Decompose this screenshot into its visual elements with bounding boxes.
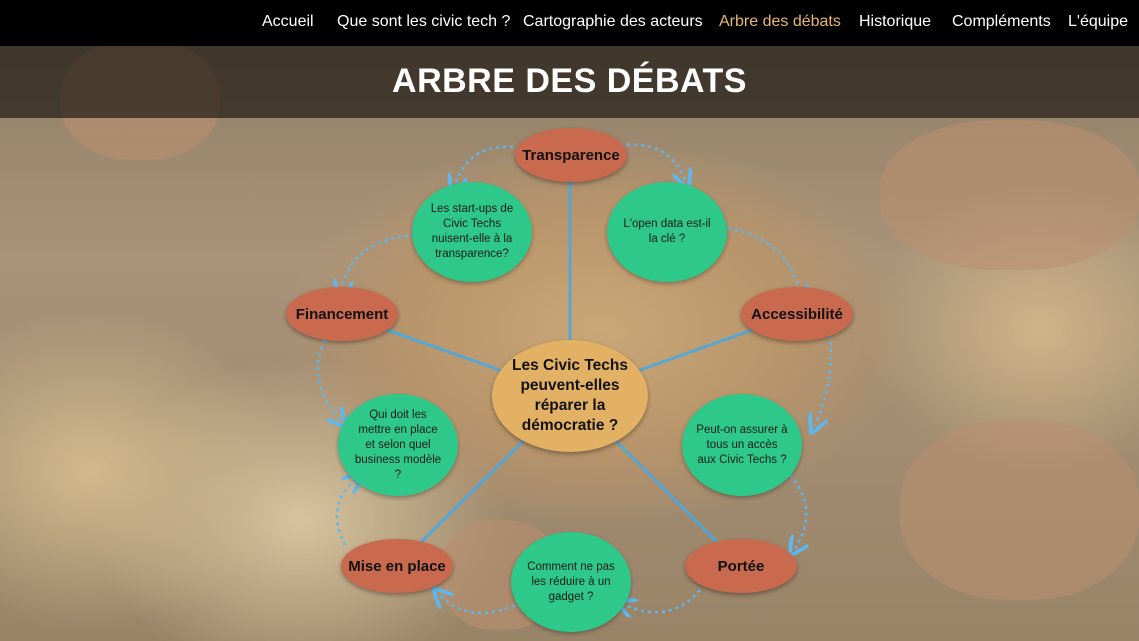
page-title: ARBRE DES DÉBATS	[392, 62, 747, 100]
nav-arbre-des-debats[interactable]: Arbre des débats	[719, 13, 841, 31]
theme-portee[interactable]: Portée	[685, 539, 797, 593]
central-question[interactable]: Les Civic Techs peuvent-elles réparer la…	[492, 340, 648, 452]
question-open-data[interactable]: L'open data est-il la clé ?	[607, 182, 727, 282]
nav-equipe[interactable]: L'équipe	[1068, 13, 1128, 31]
theme-accessibilite[interactable]: Accessibilité	[741, 287, 853, 341]
top-navigation-bar: Accueil Que sont les civic tech ? Cartog…	[0, 0, 1139, 46]
question-business-modele[interactable]: Qui doit les mettre en place et selon qu…	[338, 394, 458, 496]
question-startups-transparence[interactable]: Les start-ups de Civic Techs nuisent-ell…	[412, 182, 532, 282]
theme-financement[interactable]: Financement	[286, 287, 398, 341]
nav-complements[interactable]: Compléments	[952, 13, 1051, 31]
question-acces-pour-tous[interactable]: Peut-on assurer à tous un accès aux Civi…	[682, 394, 802, 496]
nav-historique[interactable]: Historique	[859, 13, 931, 31]
nav-cartographie[interactable]: Cartographie des acteurs	[523, 13, 703, 31]
theme-mise-en-place[interactable]: Mise en place	[341, 539, 453, 593]
nav-civic-tech[interactable]: Que sont les civic tech ?	[337, 13, 510, 31]
nav-accueil[interactable]: Accueil	[262, 13, 314, 31]
theme-transparence[interactable]: Transparence	[515, 128, 627, 182]
question-gadget[interactable]: Comment ne pas les réduire à un gadget ?	[511, 532, 631, 632]
